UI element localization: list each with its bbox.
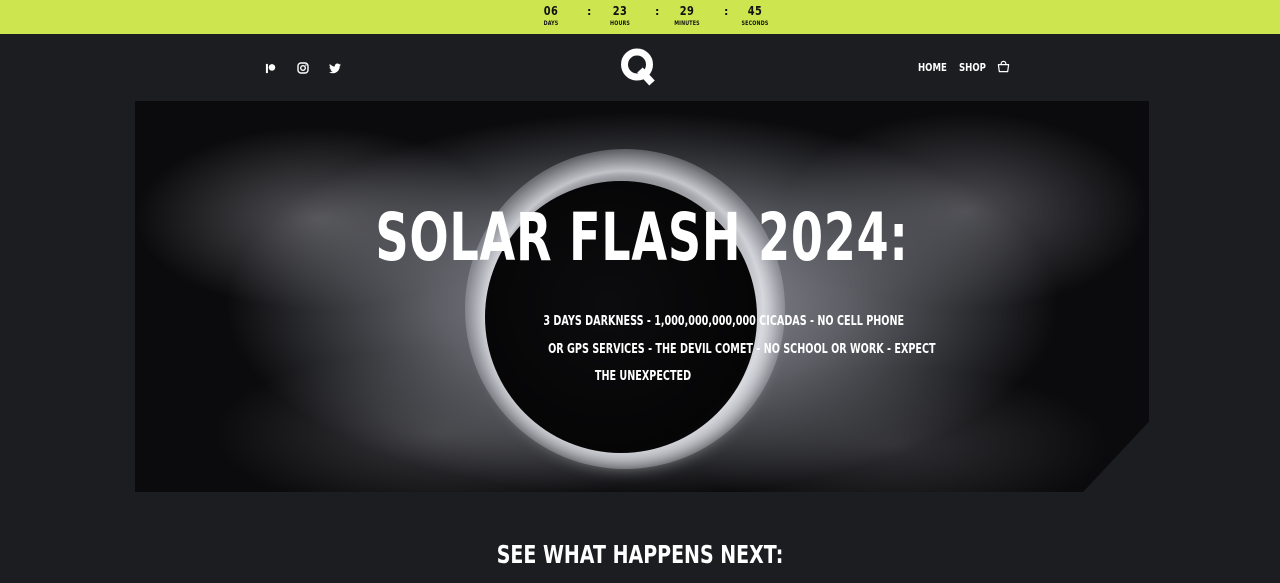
countdown-seconds-value: 45 <box>747 4 763 18</box>
hero-subtitle: 3 DAYS DARKNESS - 1,000,000,000,000 CICA… <box>480 308 935 391</box>
cart-button[interactable] <box>997 60 1011 74</box>
nav-shop[interactable]: SHOP <box>959 61 986 74</box>
q-logo-icon <box>621 48 655 86</box>
countdown-days: 06 DAYS <box>521 4 581 28</box>
twitter-icon <box>329 63 341 73</box>
countdown-bar: 06 DAYS : 23 HOURS : 29 MINUTES : 45 SEC… <box>0 0 1280 34</box>
nav-home[interactable]: HOME <box>918 61 947 74</box>
countdown-days-label: DAYS <box>543 20 559 27</box>
countdown-seconds-label: SECONDS <box>741 20 769 27</box>
section-title: SEE WHAT HAPPENS NEXT: <box>496 540 784 569</box>
countdown-minutes-value: 29 <box>679 4 695 18</box>
hero-title: SOLAR FLASH 2024: <box>375 199 909 276</box>
hero-subtitle-line: 3 DAYS DARKNESS - 1,000,000,000,000 CICA… <box>543 314 905 329</box>
countdown-hours-value: 23 <box>612 4 628 18</box>
shopping-bag-icon <box>997 60 1010 73</box>
hero-subtitle-line: OR GPS SERVICES - THE DEVIL COMET - NO S… <box>548 341 936 357</box>
twitter-link[interactable] <box>327 60 343 76</box>
countdown-seconds: 45 SECONDS <box>725 4 785 28</box>
countdown-days-value: 06 <box>543 4 559 18</box>
hero-subtitle-line: THE UNEXPECTED <box>594 369 691 384</box>
countdown-hours: 23 HOURS <box>590 4 650 28</box>
instagram-icon <box>297 62 309 74</box>
site-logo[interactable] <box>619 46 659 88</box>
patreon-icon <box>265 63 275 73</box>
countdown-minutes: 29 MINUTES <box>657 4 717 28</box>
patreon-link[interactable] <box>262 60 278 76</box>
countdown-hours-label: HOURS <box>610 20 630 27</box>
hero-banner: SOLAR FLASH 2024: 3 DAYS DARKNESS - 1,00… <box>135 101 1149 492</box>
instagram-link[interactable] <box>295 60 311 76</box>
countdown-minutes-label: MINUTES <box>674 20 700 27</box>
